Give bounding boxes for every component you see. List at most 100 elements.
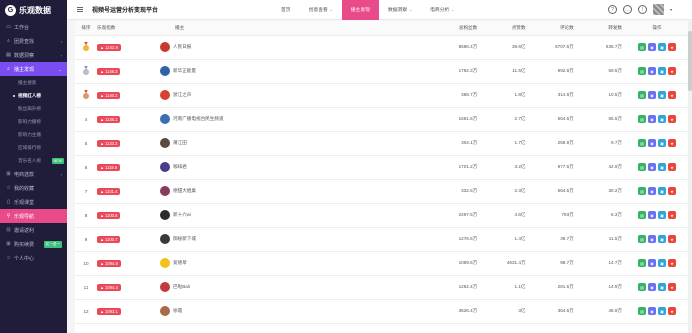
- account-cell[interactable]: 巴啦Bali: [157, 275, 429, 300]
- table-row[interactable]: 7 ▲ 1101.4 德甜大姐桑 332.6万 2.3亿 564.5万 30.2万 ▤ ◉ ▣ ★: [75, 179, 692, 204]
- account-info[interactable]: 河南广播电视台民生频道: [157, 114, 429, 124]
- account-name[interactable]: 浙江之声: [173, 92, 191, 98]
- account-name[interactable]: 河南广播电视台民生频道: [173, 116, 224, 122]
- favorite-icon[interactable]: ★: [668, 91, 676, 99]
- compare-icon[interactable]: ▣: [658, 91, 666, 99]
- compare-icon[interactable]: ▣: [658, 115, 666, 123]
- account-avatar[interactable]: [160, 90, 170, 100]
- account-info[interactable]: 爱德草: [157, 258, 429, 268]
- account-name[interactable]: 徐霞: [173, 308, 182, 314]
- account-avatar[interactable]: [160, 114, 170, 124]
- detail-icon[interactable]: ▤: [638, 211, 646, 219]
- detail-icon[interactable]: ▤: [638, 187, 646, 195]
- column-header[interactable]: 乐观指数: [97, 21, 157, 36]
- column-header[interactable]: 排序: [75, 21, 97, 36]
- account-cell[interactable]: 河南广播电视台民生频道: [157, 107, 429, 132]
- top-nav-item[interactable]: 创意查看 ⌄: [300, 0, 342, 20]
- account-name[interactable]: 咖啡君: [173, 164, 187, 170]
- account-avatar[interactable]: [160, 282, 170, 292]
- monitor-icon[interactable]: ◉: [648, 187, 656, 195]
- favorite-icon[interactable]: ★: [668, 163, 676, 171]
- sidebar-item[interactable]: ○ 个人中心: [0, 251, 67, 265]
- monitor-icon[interactable]: ◉: [648, 259, 656, 267]
- notification-icon[interactable]: !: [637, 5, 647, 14]
- account-name[interactable]: 爱德草: [173, 260, 187, 266]
- favorite-icon[interactable]: ★: [668, 283, 676, 291]
- account-avatar[interactable]: [160, 306, 170, 316]
- monitor-icon[interactable]: ◉: [648, 235, 656, 243]
- account-info[interactable]: 御秘新下城: [157, 234, 429, 244]
- column-header[interactable]: 点赞数: [477, 21, 526, 36]
- account-cell[interactable]: 御秘新下城: [157, 227, 429, 252]
- monitor-icon[interactable]: ◉: [648, 91, 656, 99]
- favorite-icon[interactable]: ★: [668, 43, 676, 51]
- account-avatar[interactable]: [160, 42, 170, 52]
- account-avatar[interactable]: [160, 258, 170, 268]
- account-cell[interactable]: 徐霞: [157, 299, 429, 324]
- table-row[interactable]: ▲ 1140.2 浙江之声 368.7万 1.8亿 314.8万 10.5万 ▤ ◉ ▣ ★: [75, 83, 692, 108]
- favorite-icon[interactable]: ★: [668, 259, 676, 267]
- account-info[interactable]: 巴啦Bali: [157, 282, 429, 292]
- account-cell[interactable]: 浙江之声: [157, 83, 429, 108]
- favorite-icon[interactable]: ★: [668, 67, 676, 75]
- monitor-icon[interactable]: ◉: [648, 307, 656, 315]
- account-name[interactable]: 新华正能量: [173, 68, 196, 74]
- account-cell[interactable]: 爱德草: [157, 251, 429, 276]
- table-row[interactable]: ▲ 1148.3 新华正能量 1792.3万 11.5亿 992.8万 59.5万 ▤ ◉ ▣ ★: [75, 59, 692, 84]
- compare-icon[interactable]: ▣: [658, 67, 666, 75]
- sidebar-subitem[interactable]: 视频红人榜: [0, 89, 67, 102]
- sidebar-item[interactable]: ⊡ 邀请返利: [0, 223, 67, 237]
- account-avatar[interactable]: [160, 66, 170, 76]
- chevron-down-icon[interactable]: ▾: [670, 7, 672, 12]
- column-header[interactable]: 总粉丝数: [429, 21, 478, 36]
- monitor-icon[interactable]: ◉: [648, 67, 656, 75]
- compare-icon[interactable]: ▣: [658, 259, 666, 267]
- favorite-icon[interactable]: ★: [668, 139, 676, 147]
- detail-icon[interactable]: ▤: [638, 115, 646, 123]
- sidebar-item[interactable]: ⊞ 购买续费 买一送一: [0, 237, 67, 251]
- account-info[interactable]: 人民日报: [157, 42, 429, 52]
- sidebar-subitem[interactable]: 播主搜索: [0, 76, 67, 89]
- table-row[interactable]: 5 ▲ 1133.2 莆江田 304.1万 1.7亿 259.9万 9.7万 ▤ ◉ ▣ ★: [75, 131, 692, 156]
- column-header[interactable]: 操作: [622, 21, 692, 36]
- top-nav-item[interactable]: 首页: [272, 0, 300, 20]
- table-row[interactable]: ▲ 1242.8 人民日报 8586.4万 39.6亿 6707.6万 635.7万 ▤ ◉ ▣ ★: [75, 35, 692, 60]
- account-info[interactable]: 咖啡君: [157, 162, 429, 172]
- account-avatar[interactable]: [160, 210, 170, 220]
- account-avatar[interactable]: [160, 162, 170, 172]
- account-name[interactable]: 巴啦Bali: [173, 284, 190, 290]
- column-header[interactable]: 播主: [157, 21, 429, 36]
- sidebar-subitem[interactable]: 音乐名人榜 NEW: [0, 154, 67, 167]
- scrollbar[interactable]: [688, 21, 692, 333]
- monitor-icon[interactable]: ◉: [648, 211, 656, 219]
- detail-icon[interactable]: ▤: [638, 43, 646, 51]
- account-avatar[interactable]: [160, 186, 170, 196]
- monitor-icon[interactable]: ◉: [648, 115, 656, 123]
- table-row[interactable]: 12 ▲ 1093.1 徐霞 3626.4万 3亿 364.6万 46.9万 ▤ ◉ ▣ ★: [75, 299, 692, 324]
- monitor-icon[interactable]: ◉: [648, 163, 656, 171]
- favorite-icon[interactable]: ★: [668, 211, 676, 219]
- account-info[interactable]: 德甜大姐桑: [157, 186, 429, 196]
- sidebar-item[interactable]: ☆ 我的收藏: [0, 181, 67, 195]
- sidebar-subitem[interactable]: 区域排行榜: [0, 141, 67, 154]
- table-row[interactable]: 4 ▲ 1135.1 河南广播电视台民生频道 1661.6万 2.7亿 564.6万 55.5…: [75, 107, 692, 132]
- compare-icon[interactable]: ▣: [658, 283, 666, 291]
- sidebar-subitem[interactable]: 影响力主播: [0, 128, 67, 141]
- favorite-icon[interactable]: ★: [668, 235, 676, 243]
- sidebar-item[interactable]: ▤ 数据洞察 ›: [0, 48, 67, 62]
- sidebar-item[interactable]: ⚲ 乐观导航: [0, 209, 67, 223]
- account-cell[interactable]: 咖啡君: [157, 155, 429, 180]
- account-cell[interactable]: 人民日报: [157, 35, 429, 60]
- account-cell[interactable]: 莆江田: [157, 131, 429, 156]
- account-name[interactable]: 御秘新下城: [173, 236, 196, 242]
- detail-icon[interactable]: ▤: [638, 283, 646, 291]
- monitor-icon[interactable]: ◉: [648, 139, 656, 147]
- table-row[interactable]: 6 ▲ 1118.6 咖啡君 1701.2万 3.2亿 977.6万 42.9万 ▤ ◉ ▣ ★: [75, 155, 692, 180]
- favorite-icon[interactable]: ★: [668, 307, 676, 315]
- compare-icon[interactable]: ▣: [658, 307, 666, 315]
- account-name[interactable]: 人民日报: [173, 44, 191, 50]
- sidebar-item[interactable]: ▯ 乐观课堂: [0, 195, 67, 209]
- detail-icon[interactable]: ▤: [638, 67, 646, 75]
- avatar[interactable]: [652, 4, 664, 15]
- top-nav-item[interactable]: 播主发现: [341, 0, 379, 20]
